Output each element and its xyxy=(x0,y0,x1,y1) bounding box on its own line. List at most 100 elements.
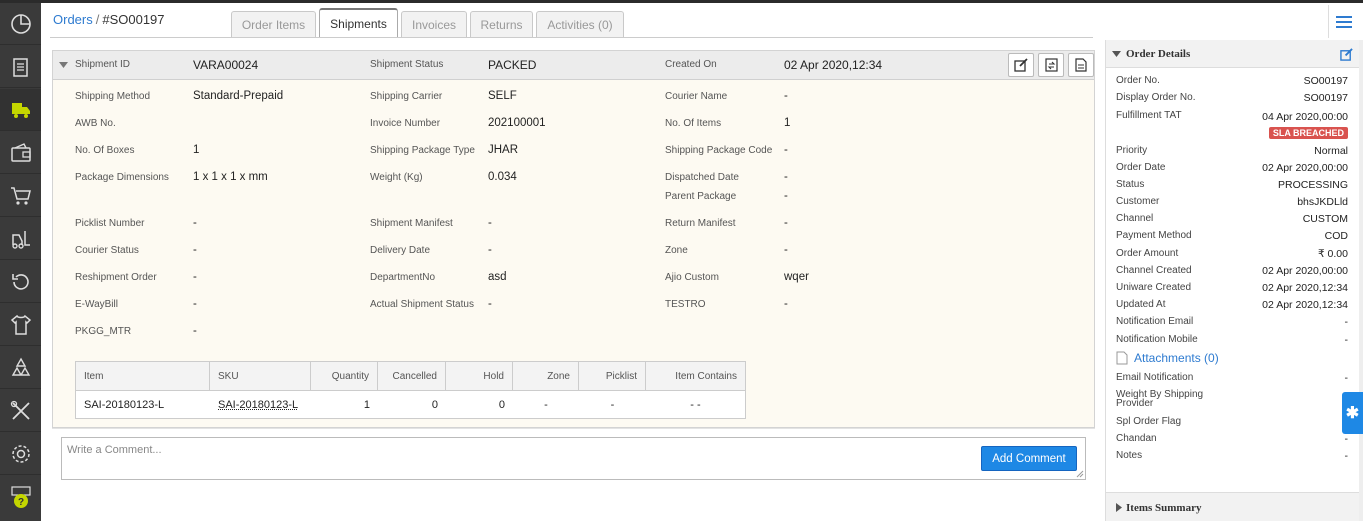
department-no-value: asd xyxy=(488,271,507,283)
forklift-icon xyxy=(11,230,30,249)
order-details-title: Order Details xyxy=(1126,48,1191,60)
comment-input[interactable]: Write a Comment... xyxy=(61,437,1086,480)
notification-email-label: Notification Email xyxy=(1116,316,1194,327)
help-icon: ? xyxy=(10,486,31,508)
column-header-cancelled: Cancelled xyxy=(378,362,446,391)
view-document-button[interactable] xyxy=(1068,53,1094,77)
invoice-number-label: Invoice Number xyxy=(370,118,441,129)
comment-placeholder: Write a Comment... xyxy=(67,444,162,456)
priority-label: Priority xyxy=(1116,145,1148,156)
tab-divider xyxy=(50,37,1093,38)
order-details-header[interactable]: Order Details xyxy=(1106,40,1361,68)
breadcrumb-orders-link[interactable]: Orders xyxy=(53,12,93,27)
email-notification-label: Email Notification xyxy=(1116,372,1194,383)
pkgg-mtr-label: PKGG_MTR xyxy=(75,326,132,337)
actual-shipment-status-value: - xyxy=(488,298,492,310)
sidebar-item-documents[interactable] xyxy=(0,46,41,88)
tab-activities[interactable]: Activities (0) xyxy=(536,11,624,37)
shipment-status-value: PACKED xyxy=(488,58,537,72)
dashboard-icon xyxy=(10,13,31,34)
awb-label: AWB No. xyxy=(75,118,116,129)
right-panel-scrollbar[interactable] xyxy=(1359,40,1363,521)
sidebar-item-wallet[interactable] xyxy=(0,132,41,174)
column-header-sku: SKU xyxy=(210,362,311,391)
display-order-no-label: Display Order No. xyxy=(1116,92,1196,103)
testro-label: TESTRO xyxy=(665,299,706,310)
sidebar-item-tools[interactable] xyxy=(0,390,41,432)
cell-item: SAI-20180123-L xyxy=(84,399,165,411)
reshipment-order-value: - xyxy=(193,271,197,283)
menu-button[interactable] xyxy=(1328,5,1359,38)
sidebar-item-help[interactable]: ? xyxy=(0,476,41,518)
sidebar-item-settings[interactable] xyxy=(0,433,41,475)
courier-status-value: - xyxy=(193,244,197,256)
sla-breached-badge: SLA BREACHED xyxy=(1268,127,1348,139)
order-amount-label: Order Amount xyxy=(1116,248,1179,259)
spl-order-flag-label: Spl Order Flag xyxy=(1116,416,1182,427)
package-code-value: - xyxy=(784,144,788,156)
shipping-method-value: Standard-Prepaid xyxy=(193,90,284,102)
sidebar-item-recycle[interactable] xyxy=(0,347,41,389)
created-on-label: Created On xyxy=(665,59,717,70)
delivery-date-label: Delivery Date xyxy=(370,245,431,256)
resize-handle-icon[interactable] xyxy=(1076,470,1084,478)
display-order-no-value: SO00197 xyxy=(1303,92,1348,104)
sidebar-item-cart[interactable] xyxy=(0,175,41,217)
order-details-panel: Order Details Order No. SO00197 Display … xyxy=(1105,40,1361,521)
pkgg-mtr-value: - xyxy=(193,325,197,337)
items-summary-title: Items Summary xyxy=(1126,502,1202,514)
weight-by-shipping-provider-label: Weight By Shipping Provider xyxy=(1116,389,1204,409)
recycle-icon xyxy=(11,357,30,376)
expand-arrow-icon xyxy=(1116,503,1122,512)
refresh-doc-icon xyxy=(1044,58,1058,72)
tab-invoices[interactable]: Invoices xyxy=(401,11,467,37)
dispatched-date-label: Dispatched Date xyxy=(665,172,739,183)
sidebar-item-products[interactable] xyxy=(0,304,41,346)
tab-shipments[interactable]: Shipments xyxy=(319,8,398,38)
cell-cancelled: 0 xyxy=(431,399,438,411)
notes-label: Notes xyxy=(1116,450,1143,461)
ajio-custom-label: Ajio Custom xyxy=(665,272,719,283)
email-notification-value: - xyxy=(1344,372,1349,384)
card-bottom-divider xyxy=(52,428,1095,429)
shipment-id-label: Shipment ID xyxy=(75,59,131,70)
collapse-arrow-icon xyxy=(1112,51,1121,57)
edit-shipment-button[interactable] xyxy=(1008,53,1034,77)
sidebar-item-orders[interactable] xyxy=(0,89,41,131)
cell-picklist: - xyxy=(610,399,615,411)
eway-bill-value: - xyxy=(193,298,197,310)
tab-order-items[interactable]: Order Items xyxy=(231,11,316,37)
cell-sku-link[interactable]: SAI-20180123-L xyxy=(210,391,311,419)
channel-created-label: Channel Created xyxy=(1116,265,1192,276)
collapse-arrow-icon[interactable] xyxy=(59,62,68,68)
parent-package-label: Parent Package xyxy=(665,191,737,202)
package-dimensions-label: Package Dimensions xyxy=(75,172,169,183)
sidebar-item-returns[interactable] xyxy=(0,261,41,303)
payment-method-value: COD xyxy=(1324,230,1348,242)
shipping-carrier-label: Shipping Carrier xyxy=(370,91,443,102)
refresh-shipment-button[interactable] xyxy=(1038,53,1064,77)
no-of-boxes-label: No. Of Boxes xyxy=(75,145,135,156)
column-header-picklist: Picklist xyxy=(579,362,646,391)
column-header-hold: Hold xyxy=(446,362,513,391)
shipment-card: Shipment ID VARA00024 Shipment Status PA… xyxy=(52,50,1095,428)
shirt-icon xyxy=(10,314,31,335)
edit-icon[interactable] xyxy=(1340,48,1353,61)
shipment-manifest-value: - xyxy=(488,217,492,229)
sidebar-item-dashboard[interactable] xyxy=(0,3,41,45)
return-manifest-value: - xyxy=(784,217,788,229)
settings-float-button[interactable]: ✱ xyxy=(1342,392,1363,434)
notes-value: - xyxy=(1344,450,1349,462)
tab-returns[interactable]: Returns xyxy=(470,11,533,37)
priority-value: Normal xyxy=(1314,145,1348,157)
wallet-icon xyxy=(10,142,31,162)
add-comment-button[interactable]: Add Comment xyxy=(981,446,1077,471)
ajio-custom-value: wqer xyxy=(784,271,809,283)
return-manifest-label: Return Manifest xyxy=(665,218,736,229)
items-summary-header[interactable]: Items Summary xyxy=(1106,492,1361,521)
cell-item-contains: - - xyxy=(690,399,701,411)
attachments-link[interactable]: Attachments (0) xyxy=(1116,351,1219,365)
sidebar-item-forklift[interactable] xyxy=(0,218,41,260)
order-amount-value: ₹ 0.00 xyxy=(1317,248,1348,260)
channel-created-value: 02 Apr 2020,00:00 xyxy=(1262,265,1348,277)
